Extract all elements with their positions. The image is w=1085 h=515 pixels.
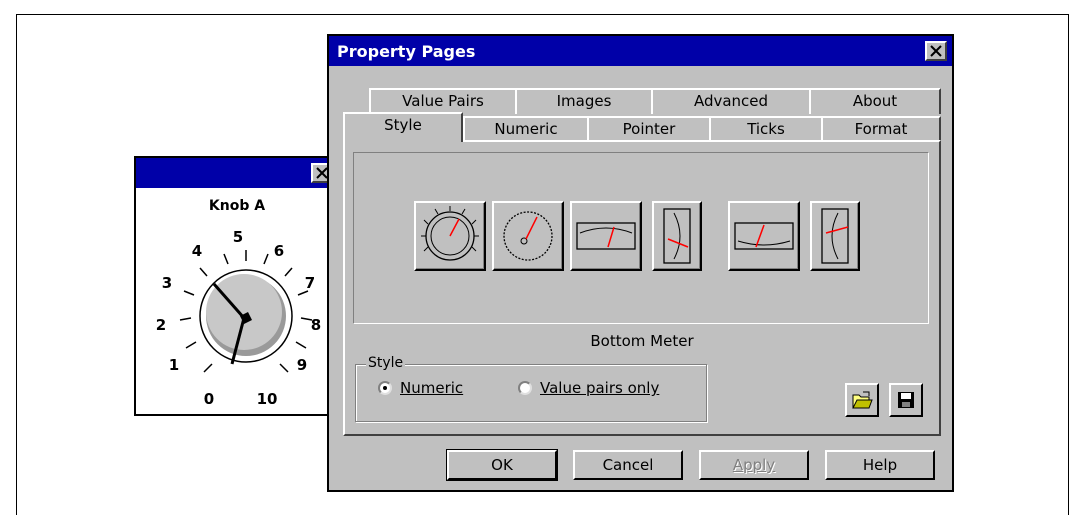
- radio-value-pairs-only[interactable]: Value pairs only: [518, 379, 659, 397]
- open-button[interactable]: [845, 383, 879, 417]
- style-tab-panel: Bottom Meter Style Numeric Value pairs o…: [343, 140, 941, 436]
- dialog-title: Property Pages: [337, 42, 476, 61]
- style-group-legend: Style: [366, 355, 406, 371]
- knob-face: [206, 274, 282, 350]
- radio-value-pairs-indicator[interactable]: [518, 381, 532, 395]
- dialog-title-bar[interactable]: Property Pages: [329, 36, 952, 66]
- meter-style-gallery: [353, 152, 929, 324]
- tab-numeric[interactable]: Numeric: [463, 116, 589, 142]
- apply-button[interactable]: Apply: [699, 450, 809, 480]
- meter-style-knob-button[interactable]: [414, 201, 486, 271]
- radio-numeric-label: Numeric: [400, 379, 464, 397]
- scale-label-5: 5: [233, 228, 243, 246]
- dialog-close-button[interactable]: [925, 41, 947, 61]
- scale-label-1: 1: [169, 356, 179, 374]
- bottom-meter-style-icon: [734, 222, 794, 250]
- tab-format[interactable]: Format: [821, 116, 941, 142]
- close-icon: [930, 45, 942, 57]
- scale-label-2: 2: [156, 316, 166, 334]
- style-radio-group: Style Numeric Value pairs only: [355, 355, 707, 422]
- ok-button[interactable]: OK: [446, 449, 558, 481]
- tab-advanced[interactable]: Advanced: [651, 88, 811, 114]
- scale-label-0: 0: [204, 390, 214, 408]
- open-folder-icon: [852, 391, 873, 409]
- radio-numeric[interactable]: Numeric: [378, 379, 463, 397]
- tab-pointer[interactable]: Pointer: [587, 116, 711, 142]
- tab-about[interactable]: About: [809, 88, 941, 114]
- knob-control[interactable]: 0 1 2 3 4 5 6 7 8 9 10: [136, 218, 338, 418]
- property-pages-dialog: Property Pages Value Pairs Images Advanc…: [327, 34, 954, 492]
- knob-window-title-bar[interactable]: [136, 158, 338, 188]
- dial-style-icon: [503, 211, 553, 261]
- tab-ticks[interactable]: Ticks: [709, 116, 823, 142]
- meter-style-left-meter-button[interactable]: [810, 201, 860, 271]
- right-meter-style-icon: [663, 208, 691, 264]
- left-meter-style-icon: [821, 208, 849, 264]
- scale-label-3: 3: [162, 274, 172, 292]
- knob-style-icon: [421, 206, 479, 261]
- tab-style[interactable]: Style: [343, 112, 463, 142]
- tab-value-pairs[interactable]: Value Pairs: [369, 88, 517, 114]
- scale-label-8: 8: [311, 316, 321, 334]
- save-disk-icon: [898, 392, 914, 408]
- radio-numeric-indicator[interactable]: [378, 381, 392, 395]
- scale-label-6: 6: [274, 242, 284, 260]
- save-button[interactable]: [889, 383, 923, 417]
- selected-meter-caption: Bottom Meter: [590, 332, 694, 350]
- scale-label-7: 7: [305, 274, 315, 292]
- knob-window: Knob A 0 1 2 3 4 5 6 7 8 9 10: [134, 156, 340, 416]
- tab-images[interactable]: Images: [515, 88, 653, 114]
- knob-label: Knob A: [208, 198, 266, 214]
- meter-style-right-meter-button[interactable]: [652, 201, 702, 271]
- apply-button-label: Apply: [732, 456, 776, 474]
- scale-label-10: 10: [257, 390, 278, 408]
- cancel-button[interactable]: Cancel: [573, 450, 683, 480]
- meter-style-bottom-meter-button[interactable]: [728, 201, 800, 271]
- radio-value-pairs-label: Value pairs only: [540, 379, 660, 397]
- help-button[interactable]: Help: [825, 450, 935, 480]
- scale-label-4: 4: [192, 242, 202, 260]
- top-meter-style-icon: [576, 222, 636, 250]
- scale-label-9: 9: [297, 356, 307, 374]
- meter-style-top-meter-button[interactable]: [570, 201, 642, 271]
- meter-style-dial-button[interactable]: [492, 201, 564, 271]
